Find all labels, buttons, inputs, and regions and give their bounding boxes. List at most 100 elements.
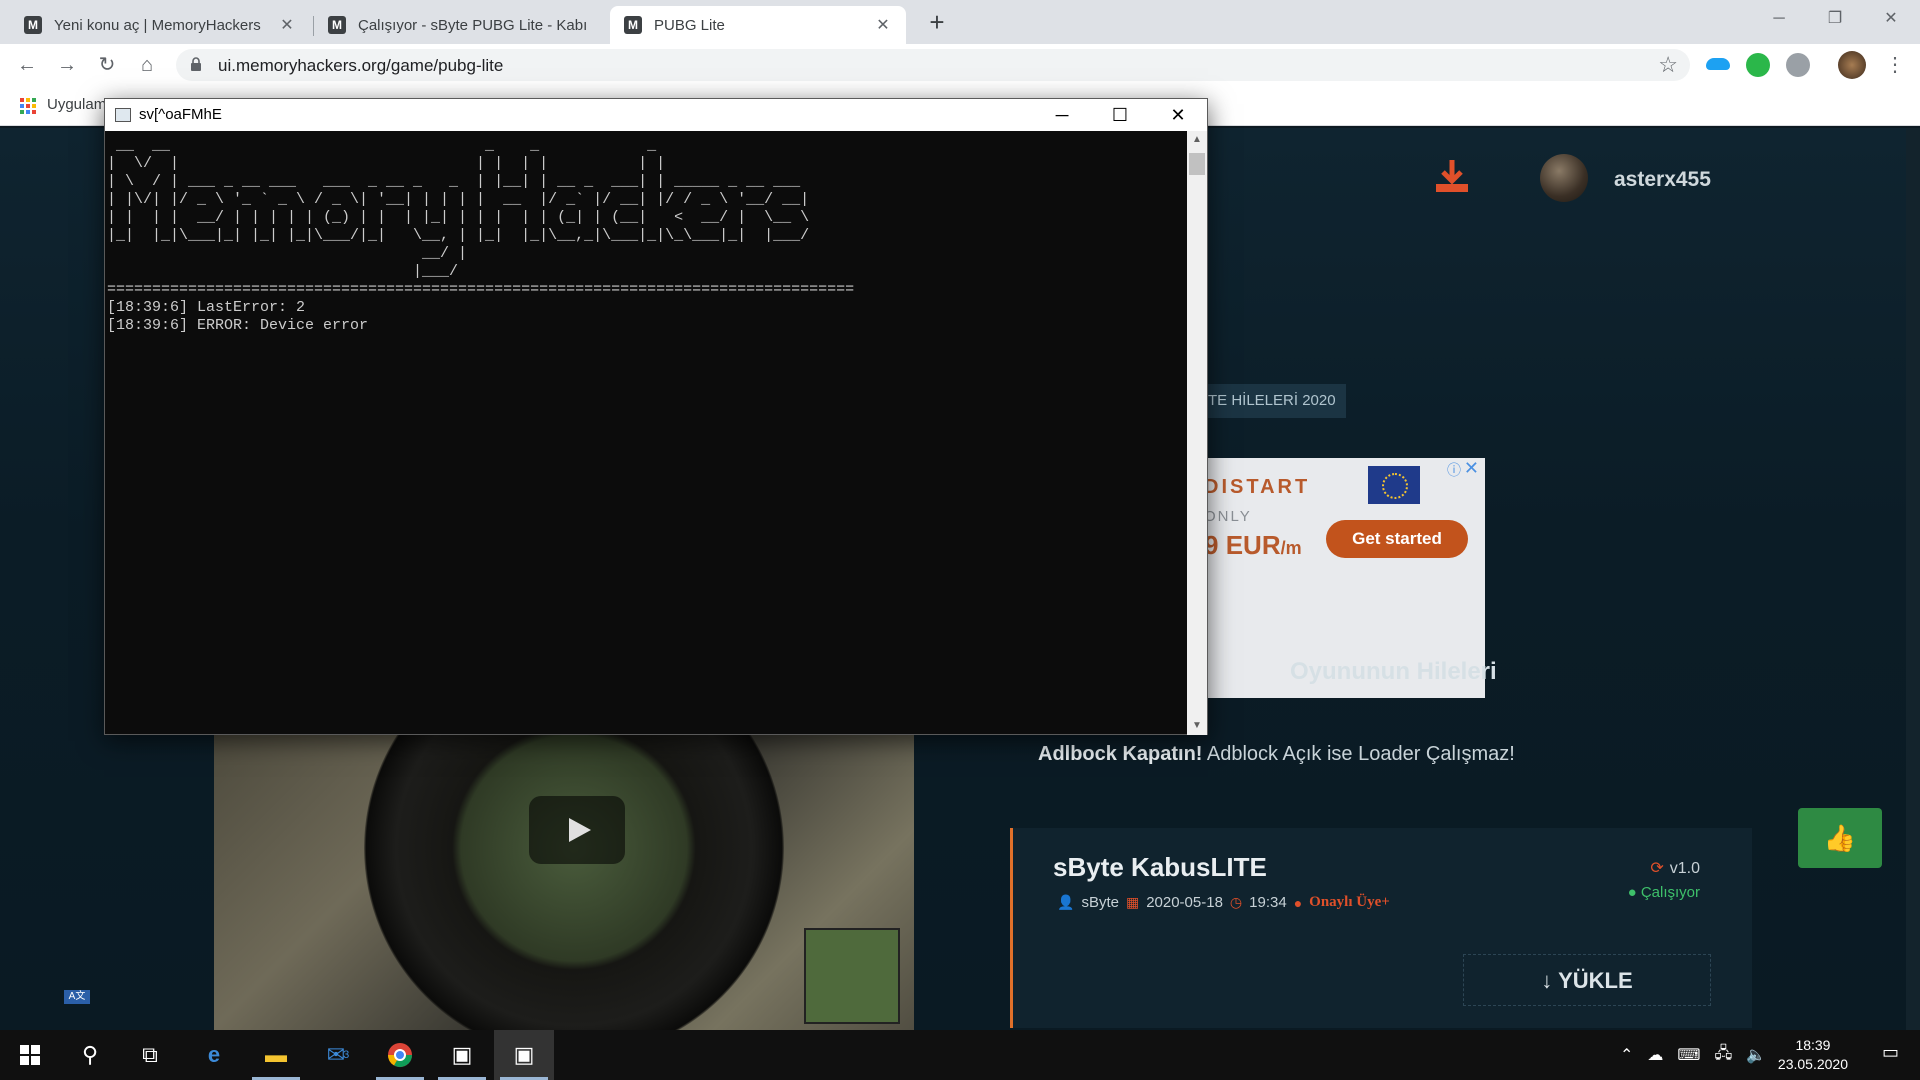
console-close-button[interactable]: ✕ [1149, 99, 1207, 131]
ad-only-text: ONLY [1204, 508, 1252, 525]
ascii-logo: __ __ _ _ _ | \/ | | | | | | | | \ / | _… [107, 137, 810, 280]
eu-flag-icon [1368, 466, 1420, 504]
new-tab-button[interactable]: + [922, 8, 952, 38]
clock-icon: ◷ [1229, 894, 1243, 910]
adblock-notice: Adlbock Kapatın! Adblock Açık ise Loader… [1038, 743, 1515, 765]
mail-icon[interactable]: ✉ 3 [308, 1030, 368, 1080]
console-scrollbar[interactable]: ▲ ▼ [1187, 131, 1207, 735]
onedrive-cloud-icon[interactable]: ☁ [1647, 1045, 1663, 1065]
task-view-icon[interactable]: ⧉ [120, 1030, 180, 1080]
profile-avatar[interactable] [1838, 51, 1866, 79]
username[interactable]: asterx455 [1614, 168, 1711, 192]
cloud-extension-icon[interactable] [1706, 58, 1730, 70]
console-window: sv[^oaFMhE ─ ☐ ✕ __ __ _ _ _ | \/ | | | … [104, 98, 1208, 735]
apps-shortcut-label[interactable]: Uygulam [47, 96, 106, 113]
cheat-time: 19:34 [1249, 894, 1287, 911]
translate-icon[interactable]: A文 [64, 990, 90, 1004]
cheat-meta: 👤 sByte ▦ 2020-05-18 ◷ 19:34 ● Onaylı Üy… [1057, 894, 1390, 911]
ad-close-icon[interactable]: ✕ [1464, 458, 1479, 479]
cheat-author[interactable]: sByte [1081, 894, 1119, 911]
system-tray: ⌃ ☁ ⌨ 🖧 🔈 [1620, 1030, 1766, 1080]
cheat-version: ⟳ v1.0 [1650, 860, 1700, 877]
tab-close-icon[interactable]: ✕ [278, 15, 296, 35]
down-arrow-icon: ↓ [1541, 968, 1553, 993]
memoryhackers-favicon-icon: M [624, 16, 642, 34]
scroll-thumb[interactable] [1189, 153, 1205, 175]
chrome-icon[interactable] [370, 1030, 430, 1080]
download-icon[interactable] [1432, 156, 1472, 196]
tab-pubg-lite[interactable]: M PUBG Lite ✕ [610, 6, 906, 44]
apps-grid-icon[interactable] [20, 98, 36, 114]
chevron-up-icon[interactable]: ⌃ [1620, 1045, 1633, 1065]
console-output[interactable]: __ __ _ _ _ | \/ | | | | | | | | \ / | _… [105, 131, 1187, 735]
search-icon[interactable]: ⚲ [60, 1030, 120, 1080]
cheat-status: ● Çalışıyor [1627, 884, 1700, 901]
menu-dots-icon[interactable]: ⋮ [1880, 50, 1910, 80]
thumbs-up-button[interactable]: 👍 [1798, 808, 1882, 868]
scope-image [364, 728, 784, 1030]
reload-icon[interactable]: ↻ [92, 50, 122, 80]
section-title: Oyununun Hileleri [1290, 658, 1497, 685]
user-icon: 👤 [1057, 894, 1075, 910]
cheat-title[interactable]: sByte KabusLITE [1053, 852, 1267, 883]
gameplay-video-thumbnail[interactable] [214, 728, 914, 1030]
console-titlebar[interactable]: sv[^oaFMhE ─ ☐ ✕ [105, 99, 1207, 131]
alert-icon: ● [1293, 894, 1303, 911]
load-button[interactable]: ↓ YÜKLE [1463, 954, 1711, 1006]
network-icon[interactable]: 🖧 [1715, 1042, 1733, 1069]
cheat-date: 2020-05-18 [1146, 894, 1223, 911]
play-icon[interactable] [529, 796, 625, 864]
ad-get-started-button[interactable]: Get started [1326, 520, 1468, 558]
address-bar[interactable]: ui.memoryhackers.org/game/pubg-lite ☆ [176, 49, 1690, 81]
home-icon[interactable]: ⌂ [132, 50, 162, 80]
adblock-plus-icon[interactable] [1786, 53, 1810, 77]
console-separator: ========================================… [107, 281, 855, 298]
browser-toolbar: ← → ↻ ⌂ ui.memoryhackers.org/game/pubg-l… [0, 44, 1920, 86]
console-app-icon[interactable]: ▣ [494, 1030, 554, 1080]
green-extension-icon[interactable] [1746, 53, 1770, 77]
console-maximize-button[interactable]: ☐ [1091, 99, 1149, 131]
console-title: sv[^oaFMhE [139, 106, 222, 123]
calendar-icon: ▦ [1125, 894, 1140, 910]
browser-minimize-button[interactable]: ─ [1750, 0, 1808, 38]
refresh-icon: ⟳ [1650, 860, 1664, 877]
browser-close-button[interactable]: ✕ [1862, 0, 1920, 38]
browser-restore-button[interactable]: ❐ [1806, 0, 1864, 38]
console-app-icon[interactable]: ▣ [432, 1030, 492, 1080]
volume-icon[interactable]: 🔈 [1746, 1045, 1766, 1065]
clock-time: 18:39 [1795, 1037, 1831, 1053]
ad-price: 9 EUR/m [1204, 530, 1302, 560]
tab-new-topic[interactable]: M Yeni konu aç | MemoryHackers ✕ [10, 6, 310, 44]
console-app-icon [115, 108, 131, 122]
forward-arrow-icon[interactable]: → [52, 50, 82, 80]
ad-info-icon[interactable]: ⓘ [1447, 460, 1461, 480]
member-badge: Onaylı Üye+ [1309, 894, 1390, 910]
console-line: [18:39:6] LastError: 2 [107, 299, 306, 316]
minimap-image [804, 928, 900, 1024]
mail-badge: 3 [343, 1049, 350, 1061]
tab-label: Çalışıyor - sByte PUBG Lite - Kabı [358, 16, 588, 34]
page-scrollbar[interactable] [1906, 128, 1920, 1030]
tab-close-icon[interactable]: ✕ [874, 15, 892, 35]
keyboard-lang-icon[interactable]: ⌨ [1677, 1045, 1700, 1065]
tab-label: Yeni konu aç | MemoryHackers [54, 16, 261, 34]
edge-browser-icon[interactable]: e [184, 1030, 244, 1080]
tab-label: PUBG Lite [654, 16, 725, 34]
cheat-card: sByte KabusLITE 👤 sByte ▦ 2020-05-18 ◷ 1… [1010, 828, 1752, 1028]
tab-sbyte-pubg-lite[interactable]: M Çalışıyor - sByte PUBG Lite - Kabı [314, 6, 614, 44]
clock-date: 23.05.2020 [1777, 1056, 1848, 1072]
windows-start-icon[interactable] [0, 1030, 60, 1080]
system-clock[interactable]: 18:39 23.05.2020 [1778, 1036, 1848, 1074]
back-arrow-icon[interactable]: ← [12, 50, 42, 80]
scroll-down-icon[interactable]: ▼ [1187, 717, 1207, 735]
scroll-up-icon[interactable]: ▲ [1187, 131, 1207, 149]
user-avatar[interactable] [1540, 154, 1588, 202]
file-explorer-icon[interactable]: ▬ [246, 1030, 306, 1080]
bookmark-star-icon[interactable]: ☆ [1658, 52, 1678, 78]
console-line: [18:39:6] ERROR: Device error [107, 317, 369, 334]
console-minimize-button[interactable]: ─ [1033, 99, 1091, 131]
lock-icon [191, 57, 201, 71]
notification-icon[interactable]: ▭ [1882, 1042, 1906, 1066]
desktop: M Yeni konu aç | MemoryHackers ✕ M Çalış… [0, 0, 1920, 1080]
url-text: ui.memoryhackers.org/game/pubg-lite [218, 56, 504, 75]
